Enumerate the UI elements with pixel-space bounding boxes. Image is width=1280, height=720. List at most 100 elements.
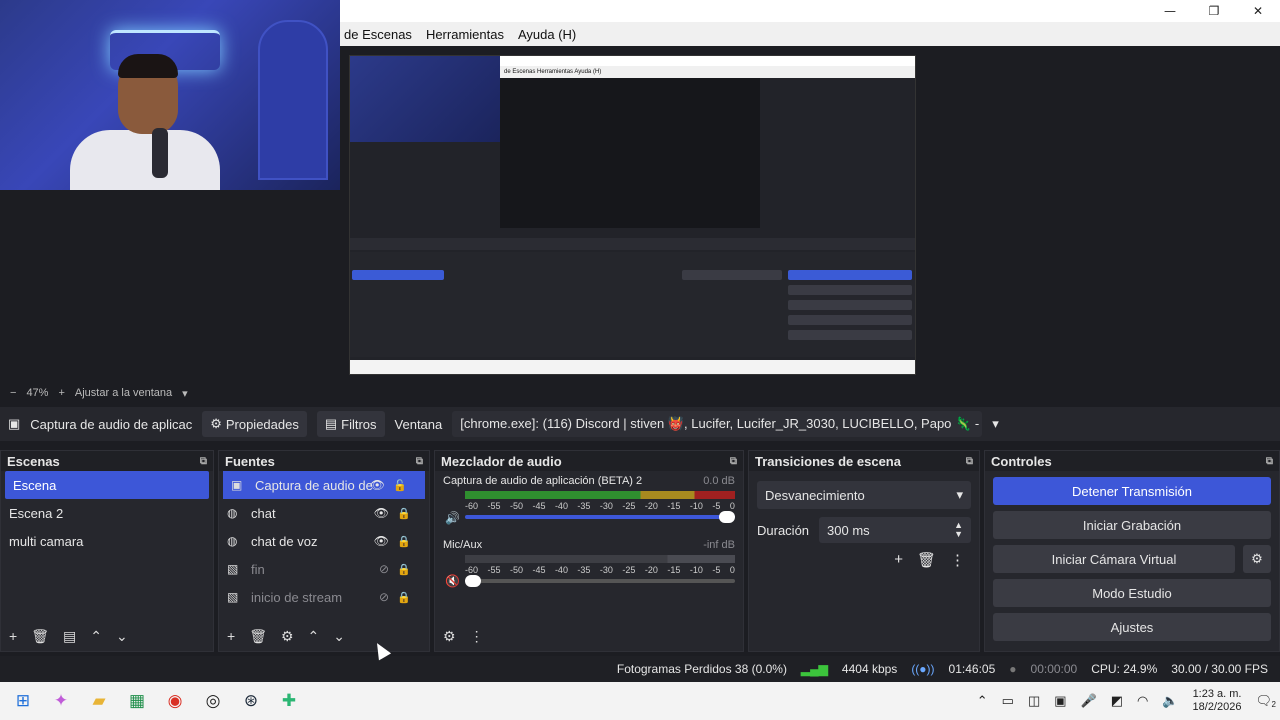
dock-title: Controles <box>991 453 1052 469</box>
chevron-down-icon: ▾ <box>956 487 963 502</box>
source-item[interactable]: ▧ inicio de stream ⊘ 🔒 <box>219 583 429 611</box>
tray-app-icon[interactable]: ▣ <box>1054 693 1066 709</box>
volume-slider[interactable] <box>465 575 735 587</box>
spin-arrows-icon[interactable]: ▲ ▼ <box>954 521 963 539</box>
fit-window-label[interactable]: Ajustar a la ventana <box>75 387 172 399</box>
eye-hidden-icon[interactable]: ⊘ <box>379 562 389 576</box>
chevron-down-icon[interactable]: ▾ <box>992 416 999 432</box>
transition-select[interactable]: Desvanecimiento ▾ <box>757 481 971 509</box>
image-icon: ▧ <box>227 590 239 604</box>
selected-source-name: Captura de audio de aplicac <box>30 416 193 432</box>
menu-help[interactable]: Ayuda (H) <box>518 27 576 42</box>
volume-icon[interactable]: 🔈 <box>1162 693 1178 709</box>
eye-icon[interactable]: 👁 <box>370 478 385 492</box>
obs-icon[interactable]: ◎ <box>198 686 228 716</box>
lock-icon[interactable]: 🔒 <box>397 591 411 604</box>
start-virtual-camera-button[interactable]: Iniciar Cámara Virtual <box>993 545 1235 573</box>
trash-icon[interactable]: 🗑 <box>249 628 267 645</box>
cpu-usage: CPU: 24.9% <box>1091 662 1158 676</box>
gear-icon[interactable]: ⚙ <box>443 628 456 645</box>
windows-taskbar: ⊞ ✦ ▰ ▦ ◉ ◎ ⊛ ✚ ⌃ ▭ ◫ ▣ 🎤 ◩ ◠ 🔈 1:23 a. … <box>0 682 1280 720</box>
zoom-in-button[interactable]: + <box>58 387 64 399</box>
add-icon[interactable]: + <box>9 628 17 644</box>
excel-icon[interactable]: ▦ <box>122 686 152 716</box>
more-options-icon[interactable]: ⋮ <box>950 551 965 569</box>
gear-icon: ⚙ <box>210 416 222 431</box>
stop-stream-button[interactable]: Detener Transmisión <box>993 477 1271 505</box>
muted-speaker-icon[interactable]: 🔇 <box>445 574 460 588</box>
undock-icon[interactable]: ⧉ <box>966 456 973 467</box>
restore-button[interactable]: ❐ <box>1192 0 1236 22</box>
trash-icon[interactable]: 🗑 <box>31 628 49 645</box>
speaker-icon[interactable]: 🔊 <box>445 511 460 525</box>
windows-start-icon[interactable]: ⊞ <box>8 686 38 716</box>
chrome-icon[interactable]: ◉ <box>160 686 190 716</box>
chevron-down-icon[interactable]: ▾ <box>182 387 188 400</box>
file-explorer-icon[interactable]: ▰ <box>84 686 114 716</box>
tray-app-icon[interactable]: ▭ <box>1002 693 1014 709</box>
scene-item[interactable]: multi camara <box>1 527 213 555</box>
channel-db: 0.0 dB <box>703 475 735 487</box>
source-item[interactable]: ▧ fin ⊘ 🔒 <box>219 555 429 583</box>
stream-preview[interactable]: de Escenas Herramientas Ayuda (H) <box>349 55 916 375</box>
controls-dock: Controles ⧉ Detener Transmisión Iniciar G… <box>984 450 1280 652</box>
eye-icon[interactable]: 👁 <box>374 534 389 548</box>
settings-button[interactable]: Ajustes <box>993 613 1271 641</box>
meter-scale: -60 -55 -50 -45 -40 -35 -30 -25 -20 -15 -10 -5 0 <box>465 501 735 511</box>
gear-icon: ⚙ <box>1251 551 1263 566</box>
filter-icon[interactable]: ▤ <box>63 628 76 645</box>
lock-icon[interactable]: 🔒 <box>397 563 411 576</box>
add-icon[interactable]: + <box>227 628 235 644</box>
menu-tools[interactable]: Herramientas <box>426 27 504 42</box>
copilot-icon[interactable]: ✦ <box>46 686 76 716</box>
source-item[interactable]: ▣ Captura de audio de 👁 🔓 <box>223 471 425 499</box>
more-options-icon[interactable]: ⋮ <box>470 628 484 645</box>
start-recording-button[interactable]: Iniciar Grabación <box>993 511 1271 539</box>
app-icon[interactable]: ✚ <box>274 686 304 716</box>
channel-db: -inf dB <box>703 539 735 551</box>
minimize-button[interactable]: — <box>1148 0 1192 22</box>
chevron-up-icon[interactable]: ⌃ <box>90 628 102 645</box>
undock-icon[interactable]: ⧉ <box>1266 456 1273 467</box>
clock[interactable]: 1:23 a. m. 18/2/2026 <box>1193 688 1242 714</box>
source-item[interactable]: ◍ chat 👁 🔒 <box>219 499 429 527</box>
close-button[interactable]: ✕ <box>1236 0 1280 22</box>
chevron-down-icon[interactable]: ⌄ <box>333 628 345 645</box>
scene-item[interactable]: Escena 2 <box>1 499 213 527</box>
source-item[interactable]: ◍ chat de voz 👁 🔒 <box>219 527 429 555</box>
chevron-down-icon[interactable]: ⌄ <box>116 628 128 645</box>
eye-icon[interactable]: 👁 <box>374 506 389 520</box>
undock-icon[interactable]: ⧉ <box>730 456 737 467</box>
microphone-icon[interactable]: 🎤 <box>1081 693 1097 709</box>
lock-icon[interactable]: 🔒 <box>397 535 411 548</box>
wifi-icon[interactable]: ◠ <box>1137 693 1148 709</box>
trash-icon[interactable]: 🗑 <box>917 551 936 569</box>
properties-button[interactable]: ⚙ Propiedades <box>202 411 307 437</box>
undock-icon[interactable]: ⧉ <box>200 456 207 467</box>
gear-icon[interactable]: ⚙ <box>281 628 294 645</box>
undock-icon[interactable]: ⧉ <box>416 456 423 467</box>
tray-app-icon[interactable]: ◫ <box>1028 693 1040 709</box>
lock-icon[interactable]: 🔒 <box>397 507 411 520</box>
notifications-icon[interactable]: 🗨 2 <box>1255 693 1276 709</box>
dropped-frames: Fotogramas Perdidos 38 (0.0%) <box>616 662 787 676</box>
virtual-camera-settings-button[interactable]: ⚙ <box>1243 545 1271 573</box>
tray-app-icon[interactable]: ◩ <box>1111 693 1123 709</box>
duration-spinbox[interactable]: 300 ms ▲ ▼ <box>819 517 971 543</box>
scene-item[interactable]: Escena <box>5 471 209 499</box>
image-icon: ▧ <box>227 562 239 576</box>
volume-slider[interactable] <box>465 511 735 523</box>
dock-title: Transiciones de escena <box>755 453 901 469</box>
lock-icon[interactable]: 🔓 <box>393 479 407 492</box>
studio-mode-button[interactable]: Modo Estudio <box>993 579 1271 607</box>
menu-scene-collection[interactable]: de Escenas <box>344 27 412 42</box>
filters-button[interactable]: ▤ Filtros <box>316 411 385 437</box>
eye-hidden-icon[interactable]: ⊘ <box>379 590 389 604</box>
add-icon[interactable]: + <box>894 551 903 569</box>
window-select[interactable]: [chrome.exe]: (116) Discord | stiven 👹, … <box>452 411 983 437</box>
zoom-level: 47% <box>26 387 49 399</box>
chevron-up-icon[interactable]: ⌃ <box>977 693 988 709</box>
chevron-up-icon[interactable]: ⌃ <box>308 628 320 645</box>
steam-icon[interactable]: ⊛ <box>236 686 266 716</box>
zoom-out-button[interactable]: − <box>10 387 16 399</box>
